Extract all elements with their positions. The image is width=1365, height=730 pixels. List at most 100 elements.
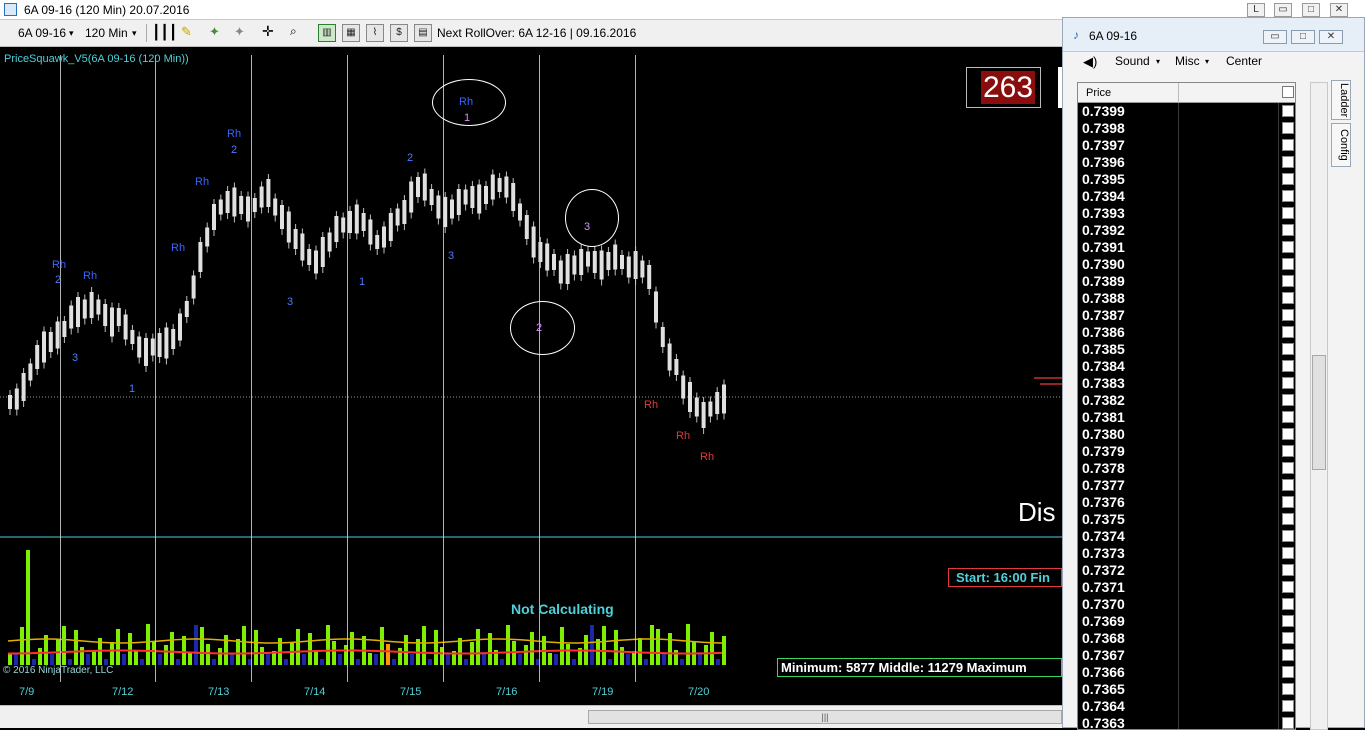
document-icon[interactable]: ▤ — [414, 24, 432, 42]
row-checkbox[interactable] — [1282, 700, 1294, 712]
candlestick-icon[interactable]: ▦ — [342, 24, 360, 42]
tab-config[interactable]: Config — [1331, 123, 1351, 167]
ladder-row[interactable]: 0.7398 — [1078, 120, 1295, 137]
ladder-row[interactable]: 0.7364 — [1078, 698, 1295, 715]
ladder-close-button[interactable]: ✕ — [1319, 30, 1343, 44]
row-checkbox[interactable] — [1282, 309, 1294, 321]
row-checkbox[interactable] — [1282, 496, 1294, 508]
row-checkbox[interactable] — [1282, 207, 1294, 219]
ladder-row[interactable]: 0.7381 — [1078, 409, 1295, 426]
ladder-row[interactable]: 0.7366 — [1078, 664, 1295, 681]
ladder-row[interactable]: 0.7372 — [1078, 562, 1295, 579]
ladder-scrollbar[interactable] — [1310, 82, 1328, 730]
row-checkbox[interactable] — [1282, 581, 1294, 593]
ladder-maximize-button[interactable]: □ — [1291, 30, 1315, 44]
ladder-row[interactable]: 0.7376 — [1078, 494, 1295, 511]
ladder-row[interactable]: 0.7373 — [1078, 545, 1295, 562]
misc-menu[interactable]: Misc — [1175, 54, 1200, 68]
ladder-row[interactable]: 0.7386 — [1078, 324, 1295, 341]
row-checkbox[interactable] — [1282, 428, 1294, 440]
row-checkbox[interactable] — [1282, 326, 1294, 338]
link-button[interactable]: L — [1247, 3, 1265, 17]
row-checkbox[interactable] — [1282, 173, 1294, 185]
row-checkbox[interactable] — [1282, 547, 1294, 559]
ladder-row[interactable]: 0.7371 — [1078, 579, 1295, 596]
close-button[interactable]: ✕ — [1330, 3, 1348, 17]
period-selector[interactable]: 120 Min — [85, 26, 128, 40]
row-checkbox[interactable] — [1282, 139, 1294, 151]
row-checkbox[interactable] — [1282, 598, 1294, 610]
chevron-down-icon[interactable]: ▾ — [132, 28, 137, 39]
chevron-down-icon[interactable]: ▾ — [1205, 57, 1209, 66]
eraser-icon[interactable]: ✦ — [234, 24, 245, 40]
row-checkbox[interactable] — [1282, 224, 1294, 236]
row-checkbox[interactable] — [1282, 377, 1294, 389]
ladder-row[interactable]: 0.7389 — [1078, 273, 1295, 290]
row-checkbox[interactable] — [1282, 343, 1294, 355]
row-checkbox[interactable] — [1282, 394, 1294, 406]
chevron-down-icon[interactable]: ▾ — [69, 28, 74, 39]
ladder-row[interactable]: 0.7394 — [1078, 188, 1295, 205]
chart-panel[interactable]: PriceSquawk_V5(6A 09-16 (120 Min)) Rh 2 … — [0, 47, 1062, 705]
ladder-row[interactable]: 0.7375 — [1078, 511, 1295, 528]
row-checkbox[interactable] — [1282, 666, 1294, 678]
row-checkbox[interactable] — [1282, 275, 1294, 287]
row-checkbox[interactable] — [1282, 683, 1294, 695]
ladder-row[interactable]: 0.7384 — [1078, 358, 1295, 375]
speaker-icon[interactable]: ◀) — [1083, 54, 1097, 70]
ladder-row[interactable]: 0.7379 — [1078, 443, 1295, 460]
row-checkbox[interactable] — [1282, 445, 1294, 457]
ladder-row[interactable]: 0.7399 — [1078, 103, 1295, 120]
row-checkbox[interactable] — [1282, 411, 1294, 423]
zoom-icon[interactable]: ⌕ — [290, 24, 297, 39]
ladder-row[interactable]: 0.7383 — [1078, 375, 1295, 392]
row-checkbox[interactable] — [1282, 513, 1294, 525]
ladder-row[interactable]: 0.7388 — [1078, 290, 1295, 307]
row-checkbox[interactable] — [1282, 530, 1294, 542]
ladder-row[interactable]: 0.7377 — [1078, 477, 1295, 494]
ladder-row[interactable]: 0.7392 — [1078, 222, 1295, 239]
ladder-row[interactable]: 0.7385 — [1078, 341, 1295, 358]
row-checkbox[interactable] — [1282, 292, 1294, 304]
ladder-row[interactable]: 0.7390 — [1078, 256, 1295, 273]
ladder-row[interactable]: 0.7391 — [1078, 239, 1295, 256]
row-checkbox[interactable] — [1282, 564, 1294, 576]
ladder-row[interactable]: 0.7378 — [1078, 460, 1295, 477]
ladder-row[interactable]: 0.7368 — [1078, 630, 1295, 647]
chevron-down-icon[interactable]: ▾ — [1156, 57, 1160, 66]
ladder-row[interactable]: 0.7367 — [1078, 647, 1295, 664]
ladder-row[interactable]: 0.7397 — [1078, 137, 1295, 154]
ladder-row[interactable]: 0.7393 — [1078, 205, 1295, 222]
row-checkbox[interactable] — [1282, 156, 1294, 168]
row-checkbox[interactable] — [1282, 258, 1294, 270]
row-checkbox[interactable] — [1282, 649, 1294, 661]
ladder-row[interactable]: 0.7396 — [1078, 154, 1295, 171]
ladder-row[interactable]: 0.7369 — [1078, 613, 1295, 630]
row-checkbox[interactable] — [1282, 241, 1294, 253]
row-checkbox[interactable] — [1282, 190, 1294, 202]
ladder-row[interactable]: 0.7370 — [1078, 596, 1295, 613]
ladder-row[interactable]: 0.7387 — [1078, 307, 1295, 324]
center-button[interactable]: Center — [1226, 54, 1262, 68]
row-checkbox[interactable] — [1282, 122, 1294, 134]
ladder-row[interactable]: 0.7395 — [1078, 171, 1295, 188]
wand-icon[interactable]: ✦ — [209, 24, 220, 40]
scrollbar-thumb[interactable]: ||| — [588, 710, 1062, 724]
row-checkbox[interactable] — [1282, 105, 1294, 117]
ladder-minimize-button[interactable]: ▭ — [1263, 30, 1287, 44]
pencil-icon[interactable]: ✎ — [181, 24, 192, 40]
row-checkbox[interactable] — [1282, 615, 1294, 627]
ladder-scrollbar-thumb[interactable] — [1312, 355, 1326, 470]
minimize-button[interactable]: ▭ — [1274, 3, 1292, 17]
row-checkbox[interactable] — [1282, 360, 1294, 372]
chart-trader-icon[interactable]: ▥ — [318, 24, 336, 42]
row-checkbox[interactable] — [1282, 479, 1294, 491]
bar-type-icon[interactable]: ┃┃┃ — [152, 24, 177, 41]
ladder-row[interactable]: 0.7380 — [1078, 426, 1295, 443]
horizontal-scrollbar[interactable]: ||| — [0, 705, 1062, 728]
header-checkbox[interactable] — [1282, 86, 1294, 98]
sound-menu[interactable]: Sound — [1115, 54, 1150, 68]
line-chart-icon[interactable]: ⌇ — [366, 24, 384, 42]
row-checkbox[interactable] — [1282, 717, 1294, 729]
ladder-row[interactable]: 0.7374 — [1078, 528, 1295, 545]
